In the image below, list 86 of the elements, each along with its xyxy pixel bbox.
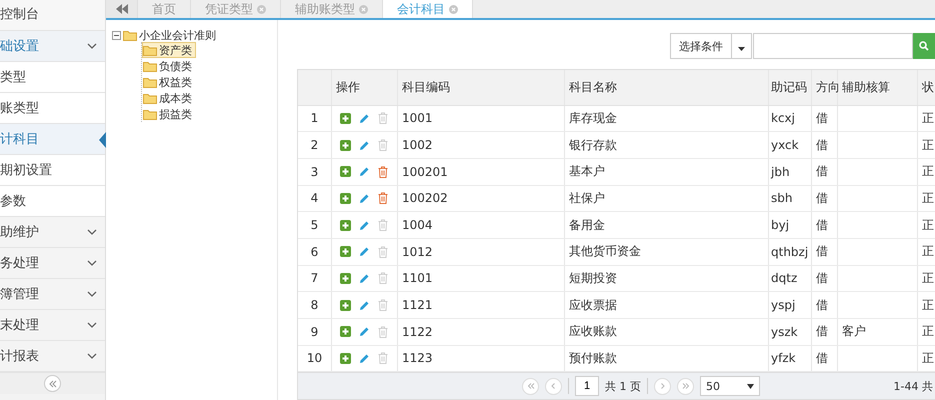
row-number: 3 xyxy=(298,158,332,185)
row-number: 9 xyxy=(298,318,332,345)
sidebar-item[interactable]: 控制台 xyxy=(0,0,105,31)
column-header: 科目名称 xyxy=(565,70,769,105)
sidebar-item[interactable]: 期初设置 xyxy=(0,155,105,186)
table-cell: 借 xyxy=(812,292,838,318)
column-header: 辅助核算 xyxy=(838,70,918,105)
table-cell: kcxj xyxy=(769,106,812,132)
table-cell: 备用金 xyxy=(565,212,769,238)
page-size-select[interactable]: 50 xyxy=(700,376,760,396)
row-number: 7 xyxy=(298,266,332,292)
filter-dropdown-button[interactable]: 选择条件 xyxy=(670,33,732,59)
table-cell-text: 正 xyxy=(921,136,935,154)
page-number-field[interactable]: 1 xyxy=(575,376,599,396)
table-cell: 1001 xyxy=(398,106,565,132)
row-number: 4 xyxy=(298,186,332,212)
table-cell: 应收账款 xyxy=(565,318,769,345)
table-cell: sbh xyxy=(769,186,812,212)
table-cell: 1123 xyxy=(398,346,565,372)
table-cell: 借 xyxy=(812,346,838,372)
table-cell: 借 xyxy=(812,158,838,185)
table-cell: 银行存款 xyxy=(565,132,769,158)
table-cell: 应收票据 xyxy=(565,292,769,318)
table-cell: 100201 xyxy=(398,158,565,185)
sidebar-group[interactable]: 础设置 xyxy=(0,31,105,62)
table-cell: yfzk xyxy=(769,346,812,372)
table-cell: 社保户 xyxy=(565,186,769,212)
tree-node[interactable]: 负债类 xyxy=(142,58,196,74)
page-count-text: 共 1 页 xyxy=(605,378,641,394)
table-cell: 1002 xyxy=(398,132,565,158)
table-cell: 1004 xyxy=(398,212,565,238)
table-cell-text: 正 xyxy=(921,350,935,367)
table-cell: 借 xyxy=(812,266,838,292)
tree-node[interactable]: 权益类 xyxy=(142,74,196,90)
row-number: 10 xyxy=(298,346,332,372)
table-cell: byj xyxy=(769,212,812,238)
table-cell-text: 正 xyxy=(921,190,935,207)
table-cell: 库存现金 xyxy=(565,106,769,132)
tree-node[interactable]: 损益类 xyxy=(142,106,196,122)
tree-node[interactable]: 资产类 xyxy=(142,42,196,58)
table-cell: yspj xyxy=(769,292,812,318)
table-cell: 1101 xyxy=(398,266,565,292)
row-number: 5 xyxy=(298,212,332,238)
row-number: 1 xyxy=(298,106,332,132)
table-cell: yxck xyxy=(769,132,812,158)
column-header: 状 xyxy=(921,78,935,96)
tree-node[interactable]: 小企业会计准则 xyxy=(139,28,216,42)
sidebar-item[interactable]: 类型 xyxy=(0,62,105,93)
table-cell-text: 正 xyxy=(921,110,935,127)
table-cell-text: 正 xyxy=(921,216,935,234)
table-cell: 基本户 xyxy=(565,158,769,185)
table-cell: 借 xyxy=(812,106,838,132)
column-header: 助记码 xyxy=(769,70,812,105)
table-cell: 其他货币资金 xyxy=(565,238,769,265)
table-cell: 预付账款 xyxy=(565,346,769,372)
table-cell: 1121 xyxy=(398,292,565,318)
sidebar-item[interactable]: 计科目 xyxy=(0,124,105,155)
column-header: 操作 xyxy=(332,70,398,105)
tree-node[interactable]: 成本类 xyxy=(142,90,196,106)
table-cell-text: 正 xyxy=(921,270,935,287)
table-cell: 1012 xyxy=(398,238,565,265)
table-cell-text: 正 xyxy=(921,243,935,260)
row-number: 6 xyxy=(298,238,332,265)
table-cell-text: 正 xyxy=(921,323,935,340)
sidebar-item[interactable]: 账类型 xyxy=(0,93,105,124)
table-cell: jbh xyxy=(769,158,812,185)
table-cell: 客户 xyxy=(842,323,866,340)
table-cell: dqtz xyxy=(769,266,812,292)
table-cell: 1122 xyxy=(398,318,565,345)
row-number: 2 xyxy=(298,132,332,158)
table-cell: 短期投资 xyxy=(565,266,769,292)
table-cell: 借 xyxy=(812,132,838,158)
record-summary-text: 1-44 共 xyxy=(894,378,934,394)
table-cell-text: 正 xyxy=(921,296,935,314)
table-cell: 借 xyxy=(812,238,838,265)
table-cell: yszk xyxy=(769,318,812,345)
table-cell: 借 xyxy=(812,212,838,238)
table-cell-text: 正 xyxy=(921,163,935,180)
sidebar-item[interactable]: 参数 xyxy=(0,186,105,217)
table-cell: 借 xyxy=(812,186,838,212)
row-number: 8 xyxy=(298,292,332,318)
table-cell: 借 xyxy=(812,318,838,345)
column-header: 方向 xyxy=(812,70,838,105)
table-cell: 100202 xyxy=(398,186,565,212)
column-header: 科目编码 xyxy=(398,70,565,105)
table-cell: qthbzj xyxy=(769,238,812,265)
